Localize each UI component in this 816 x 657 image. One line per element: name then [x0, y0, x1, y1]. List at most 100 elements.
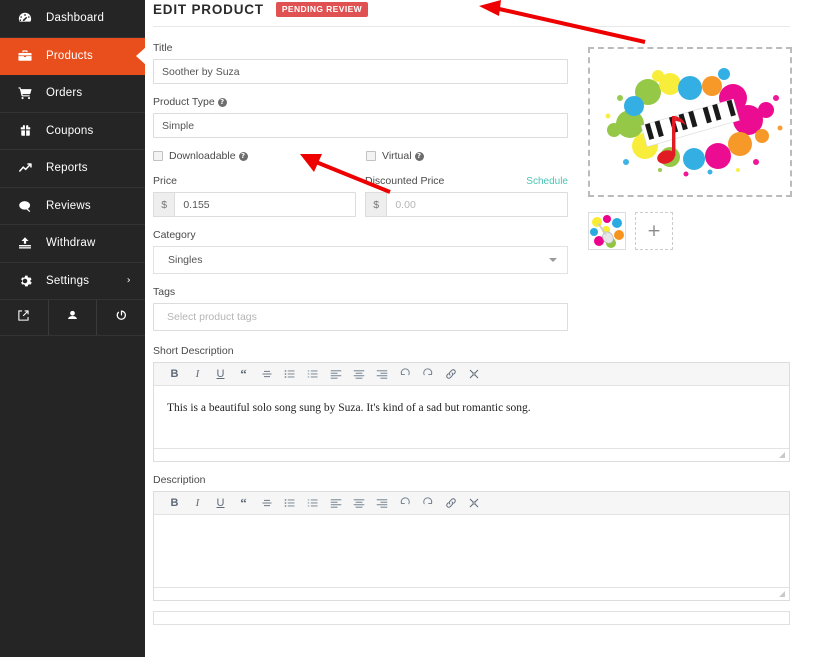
category-selected-value: Singles — [168, 254, 203, 266]
discounted-price-currency-addon: $ — [365, 192, 387, 217]
product-flags-row: Downloadable ? Virtual ? — [153, 150, 568, 162]
redo-icon[interactable] — [417, 493, 438, 514]
sidebar-item-withdraw[interactable]: Withdraw — [0, 225, 145, 263]
featured-image-dropzone[interactable] — [588, 47, 792, 197]
help-icon[interactable]: ? — [414, 151, 424, 161]
undo-icon[interactable] — [394, 364, 415, 385]
price-field-group: Price $ — [153, 175, 356, 217]
align-right-icon[interactable] — [371, 364, 392, 385]
price-row: Price $ Discounted Price Schedule — [153, 175, 568, 217]
tags-input[interactable] — [153, 303, 568, 331]
link-icon[interactable] — [440, 364, 461, 385]
italic-icon[interactable]: I — [187, 364, 208, 385]
title-label: Title — [153, 42, 173, 54]
sidebar-item-label: Orders — [46, 87, 83, 100]
sidebar-item-coupons[interactable]: Coupons — [0, 113, 145, 150]
title-input[interactable] — [153, 59, 568, 84]
sidebar-item-reports[interactable]: Reports — [0, 150, 145, 188]
unlink-icon[interactable] — [463, 493, 484, 514]
align-center-icon[interactable] — [348, 364, 369, 385]
product-type-field-group: Product Type? — [153, 96, 568, 138]
help-icon[interactable]: ? — [238, 151, 248, 161]
description-group: Description B I U “ — [153, 474, 790, 601]
form-right-column: + — [568, 42, 792, 343]
downloadable-label: Downloadable — [169, 150, 236, 162]
blockquote-icon[interactable]: “ — [233, 364, 254, 385]
downloadable-checkbox[interactable] — [153, 151, 163, 161]
italic-icon[interactable]: I — [187, 493, 208, 514]
strikethrough-icon[interactable] — [256, 493, 277, 514]
align-right-icon[interactable] — [371, 493, 392, 514]
discounted-price-label: Discounted Price — [365, 175, 445, 187]
bold-icon[interactable]: B — [164, 364, 185, 385]
underline-icon[interactable]: U — [210, 364, 231, 385]
link-icon[interactable] — [440, 493, 461, 514]
chevron-right-icon: › — [126, 275, 131, 287]
add-image-button[interactable]: + — [635, 212, 673, 250]
short-description-body[interactable]: This is a beautiful solo song sung by Su… — [154, 386, 789, 448]
sidebar-item-dashboard[interactable]: Dashboard — [0, 0, 145, 38]
user-icon — [66, 309, 79, 327]
short-description-label: Short Description — [153, 345, 234, 357]
blockquote-icon[interactable]: “ — [233, 493, 254, 514]
sidebar-item-label: Dashboard — [46, 12, 105, 25]
chevron-down-icon[interactable] — [549, 258, 557, 262]
sidebar-item-reviews[interactable]: Reviews — [0, 188, 145, 225]
tags-label: Tags — [153, 286, 176, 298]
page-header: EDIT PRODUCT PENDING REVIEW — [153, 0, 790, 27]
product-type-label: Product Type? — [153, 96, 568, 108]
description-label: Description — [153, 474, 206, 486]
description-footer — [154, 587, 789, 600]
short-description-editor: B I U “ This is a beautiful solo song su… — [153, 362, 790, 462]
align-center-icon[interactable] — [348, 493, 369, 514]
plus-icon: + — [646, 220, 662, 241]
undo-icon[interactable] — [394, 493, 415, 514]
unlink-icon[interactable] — [463, 364, 484, 385]
unordered-list-icon[interactable] — [279, 364, 300, 385]
edit-product-page: Dashboard Products Orders Coupons Report — [0, 0, 816, 657]
virtual-checkbox-wrap[interactable]: Virtual ? — [366, 150, 424, 162]
bold-icon[interactable]: B — [164, 493, 185, 514]
sidebar: Dashboard Products Orders Coupons Report — [0, 0, 145, 657]
schedule-link[interactable]: Schedule — [526, 176, 568, 187]
tags-field-group: Tags — [153, 286, 568, 331]
sidebar-item-products[interactable]: Products — [0, 37, 145, 75]
product-type-input[interactable] — [153, 113, 568, 138]
discounted-price-input[interactable] — [386, 192, 568, 217]
unordered-list-icon[interactable] — [279, 493, 300, 514]
redo-icon[interactable] — [417, 364, 438, 385]
help-icon[interactable]: ? — [217, 98, 227, 107]
briefcase-icon — [14, 49, 36, 63]
price-input[interactable] — [174, 192, 356, 217]
gallery-thumbnail[interactable] — [588, 212, 626, 250]
sidebar-item-orders[interactable]: Orders — [0, 75, 145, 113]
price-label: Price — [153, 175, 177, 187]
upload-icon — [14, 236, 36, 250]
sidebar-item-label: Reviews — [46, 199, 91, 212]
gallery-thumbnails: + — [588, 212, 792, 250]
sidebar-item-settings[interactable]: Settings › — [0, 263, 145, 300]
logout-button[interactable] — [97, 300, 145, 335]
price-currency-addon: $ — [153, 192, 175, 217]
power-icon — [115, 309, 128, 327]
resize-grip-icon[interactable] — [778, 451, 786, 459]
discounted-price-field-group: Discounted Price Schedule $ — [365, 175, 568, 217]
align-left-icon[interactable] — [325, 364, 346, 385]
virtual-checkbox[interactable] — [366, 151, 376, 161]
align-left-icon[interactable] — [325, 493, 346, 514]
underline-icon[interactable]: U — [210, 493, 231, 514]
sidebar-item-label: Withdraw — [46, 237, 96, 250]
visit-store-button[interactable] — [0, 300, 49, 335]
edit-account-button[interactable] — [49, 300, 98, 335]
resize-grip-icon[interactable] — [778, 590, 786, 598]
virtual-label: Virtual — [382, 150, 412, 162]
strikethrough-icon[interactable] — [256, 364, 277, 385]
ordered-list-icon[interactable] — [302, 493, 323, 514]
description-body[interactable] — [154, 515, 789, 587]
ordered-list-icon[interactable] — [302, 364, 323, 385]
sidebar-item-label: Coupons — [46, 124, 94, 137]
category-field-group: Category Singles — [153, 229, 568, 274]
gear-icon — [14, 274, 36, 288]
downloadable-checkbox-wrap[interactable]: Downloadable ? — [153, 150, 366, 162]
category-select[interactable]: Singles — [153, 246, 568, 274]
